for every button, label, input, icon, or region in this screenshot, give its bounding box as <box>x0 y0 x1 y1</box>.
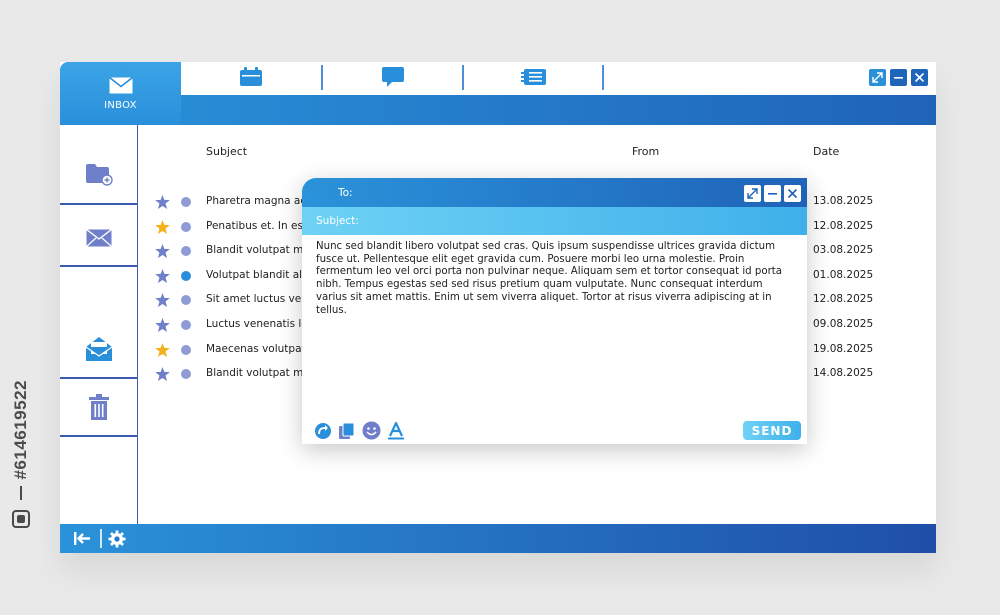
settings-gear-icon[interactable] <box>108 530 126 548</box>
bottom-bar <box>60 524 936 553</box>
minimize-icon <box>894 77 903 79</box>
row-date: 12.08.2025 <box>813 293 874 306</box>
chat-bubble-icon <box>382 67 404 87</box>
sidebar-divider <box>60 435 138 437</box>
top-bar: INBOX <box>60 62 936 125</box>
read-status-dot <box>181 197 191 207</box>
emoji-icon[interactable] <box>362 421 381 440</box>
compose-to-bar[interactable]: To: <box>302 178 807 207</box>
row-date: 01.08.2025 <box>813 268 874 281</box>
row-subject: Blandit volutpat ma <box>206 367 310 380</box>
row-date: 14.08.2025 <box>813 367 874 380</box>
row-subject: Maecenas volutpat <box>206 342 306 355</box>
star-icon[interactable] <box>155 244 170 259</box>
star-filled-icon[interactable] <box>155 342 170 357</box>
column-header-date[interactable]: Date <box>813 145 839 158</box>
column-header-subject[interactable]: Subject <box>206 145 247 158</box>
row-subject: Pharetra magna ac <box>206 195 307 207</box>
list-icon <box>521 69 546 85</box>
compose-body[interactable]: Nunc sed blandit libero volutpat sed cra… <box>316 241 792 317</box>
compose-close-button[interactable] <box>784 185 801 202</box>
close-button[interactable] <box>911 69 928 86</box>
tab-separator <box>602 65 604 90</box>
read-status-dot <box>181 246 191 257</box>
row-date: 09.08.2025 <box>813 318 874 330</box>
subject-label: Subject: <box>316 215 359 227</box>
mail-icon <box>86 229 112 247</box>
redo-icon[interactable] <box>314 422 332 440</box>
minimize-button[interactable] <box>890 69 907 86</box>
stock-watermark: #614619522 <box>6 380 36 600</box>
sidebar <box>60 125 138 524</box>
row-date: 03.08.2025 <box>813 244 874 257</box>
stock-id: #614619522 <box>11 380 30 480</box>
sidebar-divider <box>60 265 138 267</box>
tab-chat[interactable] <box>323 62 463 92</box>
row-subject: Sit amet luctus ven <box>206 293 308 306</box>
star-icon[interactable] <box>155 268 170 283</box>
mail-open-icon <box>85 337 113 361</box>
expand-button[interactable] <box>869 69 886 86</box>
row-subject: Blandit volutpat ma <box>206 244 310 257</box>
compose-subject-field[interactable]: Subject: <box>302 207 807 235</box>
copy-icon[interactable] <box>338 422 356 440</box>
compose-toolbar <box>314 421 405 440</box>
read-status-dot <box>181 320 191 330</box>
row-date: 13.08.2025 <box>813 195 874 207</box>
compose-expand-button[interactable] <box>744 185 761 202</box>
star-icon[interactable] <box>155 367 170 382</box>
read-status-dot <box>181 295 191 306</box>
star-icon[interactable] <box>155 318 170 332</box>
tab-calendar[interactable] <box>181 62 321 92</box>
row-date: 19.08.2025 <box>813 342 874 355</box>
minimize-icon <box>768 193 777 195</box>
top-bar-strip <box>60 95 936 125</box>
to-label: To: <box>338 187 353 199</box>
compose-window: To: Subject: Nunc sed blandit libero vol… <box>302 178 807 444</box>
folder-add-icon <box>86 164 113 186</box>
read-status-dot <box>181 344 191 355</box>
compose-minimize-button[interactable] <box>764 185 781 202</box>
envelope-icon <box>108 76 133 93</box>
expand-icon <box>747 188 758 199</box>
sidebar-item-trash[interactable] <box>60 373 138 441</box>
star-icon[interactable] <box>155 195 170 209</box>
tab-list[interactable] <box>464 62 604 92</box>
row-subject: Penatibus et. In est <box>206 219 308 232</box>
compose-controls <box>744 185 801 202</box>
close-icon <box>914 72 925 83</box>
read-status-dot <box>181 221 191 232</box>
stamp-divider <box>20 485 22 500</box>
text-format-icon[interactable] <box>387 421 405 440</box>
bottom-bar-separator <box>100 529 102 548</box>
row-subject: Luctus venenatis le <box>206 318 308 330</box>
row-subject: Volutpat blandit al <box>206 268 303 281</box>
tab-inbox[interactable]: INBOX <box>60 62 181 125</box>
window-controls <box>869 69 928 86</box>
collapse-sidebar-icon[interactable] <box>73 530 91 547</box>
expand-icon <box>872 72 883 83</box>
close-icon <box>787 188 798 199</box>
sidebar-item-mail[interactable] <box>60 204 138 272</box>
read-status-dot <box>181 270 191 281</box>
row-date: 12.08.2025 <box>813 219 874 232</box>
column-header-from[interactable]: From <box>632 145 659 158</box>
trash-icon <box>89 394 109 420</box>
star-filled-icon[interactable] <box>155 219 170 234</box>
inbox-label: INBOX <box>104 99 137 111</box>
sidebar-item-new-folder[interactable] <box>60 140 138 208</box>
stock-logo-icon <box>12 509 30 528</box>
send-button[interactable]: SEND <box>743 421 801 440</box>
star-icon[interactable] <box>155 293 170 308</box>
calendar-icon <box>240 67 262 86</box>
read-status-dot <box>181 369 191 380</box>
